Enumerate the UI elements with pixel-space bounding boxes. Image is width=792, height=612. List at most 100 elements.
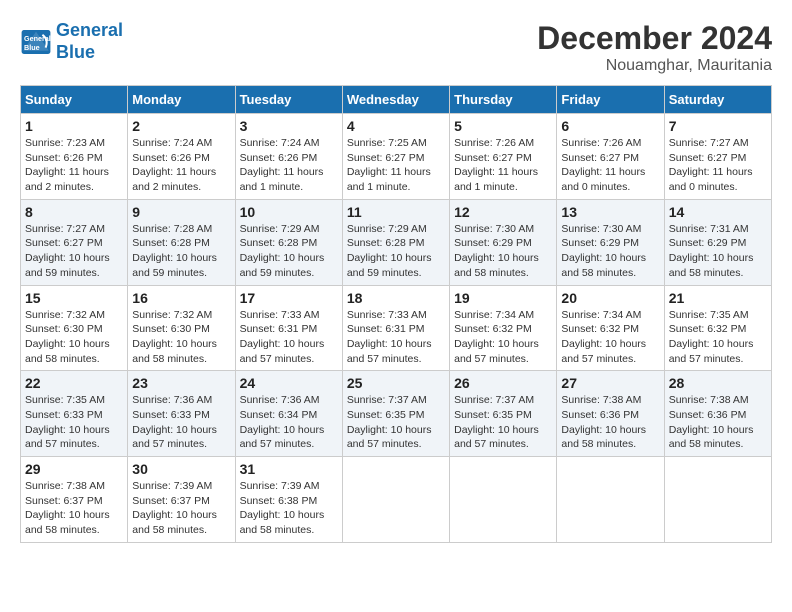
calendar-cell: 23 Sunrise: 7:36 AM Sunset: 6:33 PM Dayl… [128,371,235,457]
day-number: 10 [240,204,338,220]
calendar-cell [450,457,557,543]
day-number: 17 [240,290,338,306]
day-number: 15 [25,290,123,306]
logo: General Blue GeneralBlue [20,20,123,63]
day-number: 24 [240,375,338,391]
day-info: Sunrise: 7:31 AM Sunset: 6:29 PM Dayligh… [669,223,754,279]
day-number: 18 [347,290,445,306]
calendar-header-row: SundayMondayTuesdayWednesdayThursdayFrid… [21,86,772,114]
day-info: Sunrise: 7:24 AM Sunset: 6:26 PM Dayligh… [240,137,324,193]
day-info: Sunrise: 7:30 AM Sunset: 6:29 PM Dayligh… [561,223,646,279]
calendar-cell: 20 Sunrise: 7:34 AM Sunset: 6:32 PM Dayl… [557,285,664,371]
weekday-header-monday: Monday [128,86,235,114]
calendar-cell: 8 Sunrise: 7:27 AM Sunset: 6:27 PM Dayli… [21,199,128,285]
calendar-week-row: 22 Sunrise: 7:35 AM Sunset: 6:33 PM Dayl… [21,371,772,457]
day-number: 23 [132,375,230,391]
day-number: 1 [25,118,123,134]
calendar-week-row: 1 Sunrise: 7:23 AM Sunset: 6:26 PM Dayli… [21,114,772,200]
day-number: 7 [669,118,767,134]
day-info: Sunrise: 7:32 AM Sunset: 6:30 PM Dayligh… [25,309,110,365]
day-number: 12 [454,204,552,220]
calendar-cell: 15 Sunrise: 7:32 AM Sunset: 6:30 PM Dayl… [21,285,128,371]
calendar-cell [664,457,771,543]
calendar-cell: 16 Sunrise: 7:32 AM Sunset: 6:30 PM Dayl… [128,285,235,371]
day-number: 2 [132,118,230,134]
day-info: Sunrise: 7:37 AM Sunset: 6:35 PM Dayligh… [347,394,432,450]
calendar-cell: 26 Sunrise: 7:37 AM Sunset: 6:35 PM Dayl… [450,371,557,457]
day-number: 28 [669,375,767,391]
calendar-cell: 30 Sunrise: 7:39 AM Sunset: 6:37 PM Dayl… [128,457,235,543]
day-info: Sunrise: 7:29 AM Sunset: 6:28 PM Dayligh… [347,223,432,279]
svg-text:Blue: Blue [24,43,40,52]
calendar-cell: 22 Sunrise: 7:35 AM Sunset: 6:33 PM Dayl… [21,371,128,457]
calendar-cell: 10 Sunrise: 7:29 AM Sunset: 6:28 PM Dayl… [235,199,342,285]
calendar-cell: 5 Sunrise: 7:26 AM Sunset: 6:27 PM Dayli… [450,114,557,200]
day-info: Sunrise: 7:34 AM Sunset: 6:32 PM Dayligh… [561,309,646,365]
day-info: Sunrise: 7:24 AM Sunset: 6:26 PM Dayligh… [132,137,216,193]
calendar-cell: 13 Sunrise: 7:30 AM Sunset: 6:29 PM Dayl… [557,199,664,285]
calendar-cell [342,457,449,543]
day-info: Sunrise: 7:33 AM Sunset: 6:31 PM Dayligh… [240,309,325,365]
day-number: 27 [561,375,659,391]
calendar-table: SundayMondayTuesdayWednesdayThursdayFrid… [20,85,772,543]
day-number: 16 [132,290,230,306]
logo-icon: General Blue [20,28,52,56]
calendar-cell: 27 Sunrise: 7:38 AM Sunset: 6:36 PM Dayl… [557,371,664,457]
day-number: 3 [240,118,338,134]
calendar-cell: 18 Sunrise: 7:33 AM Sunset: 6:31 PM Dayl… [342,285,449,371]
logo-text: GeneralBlue [56,20,123,63]
month-title: December 2024 [537,20,772,57]
day-info: Sunrise: 7:27 AM Sunset: 6:27 PM Dayligh… [669,137,753,193]
day-number: 21 [669,290,767,306]
day-info: Sunrise: 7:26 AM Sunset: 6:27 PM Dayligh… [561,137,645,193]
day-info: Sunrise: 7:35 AM Sunset: 6:32 PM Dayligh… [669,309,754,365]
day-number: 22 [25,375,123,391]
day-number: 26 [454,375,552,391]
calendar-cell: 4 Sunrise: 7:25 AM Sunset: 6:27 PM Dayli… [342,114,449,200]
day-info: Sunrise: 7:39 AM Sunset: 6:37 PM Dayligh… [132,480,217,536]
calendar-cell: 25 Sunrise: 7:37 AM Sunset: 6:35 PM Dayl… [342,371,449,457]
day-info: Sunrise: 7:34 AM Sunset: 6:32 PM Dayligh… [454,309,539,365]
day-number: 11 [347,204,445,220]
weekday-header-sunday: Sunday [21,86,128,114]
day-info: Sunrise: 7:30 AM Sunset: 6:29 PM Dayligh… [454,223,539,279]
day-number: 29 [25,461,123,477]
weekday-header-thursday: Thursday [450,86,557,114]
calendar-cell: 31 Sunrise: 7:39 AM Sunset: 6:38 PM Dayl… [235,457,342,543]
day-number: 6 [561,118,659,134]
page-header: General Blue GeneralBlue December 2024 N… [20,20,772,75]
calendar-cell: 24 Sunrise: 7:36 AM Sunset: 6:34 PM Dayl… [235,371,342,457]
location-title: Nouamghar, Mauritania [537,57,772,75]
day-number: 31 [240,461,338,477]
day-info: Sunrise: 7:37 AM Sunset: 6:35 PM Dayligh… [454,394,539,450]
day-number: 13 [561,204,659,220]
day-info: Sunrise: 7:39 AM Sunset: 6:38 PM Dayligh… [240,480,325,536]
calendar-cell [557,457,664,543]
day-info: Sunrise: 7:33 AM Sunset: 6:31 PM Dayligh… [347,309,432,365]
day-info: Sunrise: 7:26 AM Sunset: 6:27 PM Dayligh… [454,137,538,193]
day-info: Sunrise: 7:38 AM Sunset: 6:36 PM Dayligh… [561,394,646,450]
calendar-cell: 9 Sunrise: 7:28 AM Sunset: 6:28 PM Dayli… [128,199,235,285]
day-number: 25 [347,375,445,391]
day-number: 19 [454,290,552,306]
calendar-cell: 6 Sunrise: 7:26 AM Sunset: 6:27 PM Dayli… [557,114,664,200]
calendar-week-row: 29 Sunrise: 7:38 AM Sunset: 6:37 PM Dayl… [21,457,772,543]
weekday-header-friday: Friday [557,86,664,114]
day-number: 4 [347,118,445,134]
day-info: Sunrise: 7:28 AM Sunset: 6:28 PM Dayligh… [132,223,217,279]
day-info: Sunrise: 7:35 AM Sunset: 6:33 PM Dayligh… [25,394,110,450]
calendar-cell: 2 Sunrise: 7:24 AM Sunset: 6:26 PM Dayli… [128,114,235,200]
day-info: Sunrise: 7:25 AM Sunset: 6:27 PM Dayligh… [347,137,431,193]
calendar-cell: 14 Sunrise: 7:31 AM Sunset: 6:29 PM Dayl… [664,199,771,285]
weekday-header-tuesday: Tuesday [235,86,342,114]
weekday-header-saturday: Saturday [664,86,771,114]
calendar-cell: 17 Sunrise: 7:33 AM Sunset: 6:31 PM Dayl… [235,285,342,371]
day-info: Sunrise: 7:29 AM Sunset: 6:28 PM Dayligh… [240,223,325,279]
day-number: 14 [669,204,767,220]
calendar-cell: 12 Sunrise: 7:30 AM Sunset: 6:29 PM Dayl… [450,199,557,285]
day-number: 9 [132,204,230,220]
calendar-cell: 7 Sunrise: 7:27 AM Sunset: 6:27 PM Dayli… [664,114,771,200]
day-info: Sunrise: 7:36 AM Sunset: 6:33 PM Dayligh… [132,394,217,450]
day-number: 20 [561,290,659,306]
calendar-week-row: 15 Sunrise: 7:32 AM Sunset: 6:30 PM Dayl… [21,285,772,371]
